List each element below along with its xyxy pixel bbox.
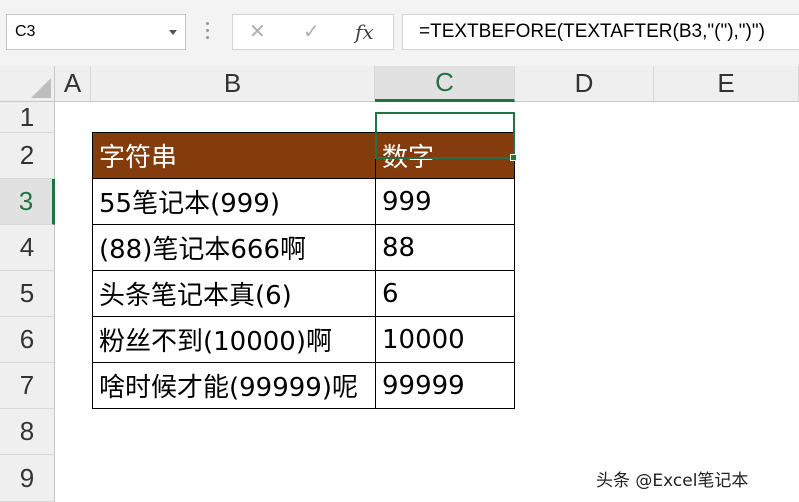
row-header-9[interactable]: 9 — [0, 455, 55, 502]
table-cell-c5[interactable]: 6 — [376, 271, 515, 317]
enter-icon[interactable]: ✓ — [303, 19, 320, 43]
table-cell-b4[interactable]: (88)笔记本666啊 — [92, 225, 376, 271]
column-header-a[interactable]: A — [55, 66, 91, 102]
watermark: 头条 @Excel笔记本 — [596, 471, 749, 491]
name-box[interactable]: C3 — [6, 14, 186, 50]
name-box-value: C3 — [15, 23, 36, 40]
table-cell-b6[interactable]: 粉丝不到(10000)啊 — [92, 317, 376, 363]
select-all-button[interactable] — [0, 66, 55, 102]
row-header-7[interactable]: 7 — [0, 363, 55, 409]
table-cell-b7[interactable]: 啥时候才能(99999)呢 — [92, 363, 376, 409]
table-cell-c7[interactable]: 99999 — [376, 363, 515, 409]
drag-handle-icon[interactable] — [206, 22, 210, 42]
chevron-down-icon[interactable] — [169, 30, 177, 35]
cancel-icon[interactable]: ✕ — [249, 19, 266, 43]
row-header-6[interactable]: 6 — [0, 317, 55, 363]
table-cell-b3[interactable]: 55笔记本(999) — [92, 179, 376, 225]
row-header-2[interactable]: 2 — [0, 133, 55, 179]
formula-text: =TEXTBEFORE(TEXTAFTER(B3,"("),")") — [419, 21, 765, 42]
table-cell-c3[interactable]: 999 — [376, 179, 515, 225]
column-header-d[interactable]: D — [515, 66, 654, 102]
table-cell-c4[interactable]: 88 — [376, 225, 515, 271]
formula-input[interactable]: =TEXTBEFORE(TEXTAFTER(B3,"("),")") — [402, 14, 799, 50]
column-header-e[interactable]: E — [654, 66, 799, 102]
row-header-3[interactable]: 3 — [0, 179, 55, 225]
formula-bar-area: C3 ✕ ✓ fx =TEXTBEFORE(TEXTAFTER(B3,"("),… — [0, 0, 799, 66]
formula-buttons: ✕ ✓ fx — [232, 14, 394, 50]
column-header-b[interactable]: B — [91, 66, 375, 102]
table-cell-b5[interactable]: 头条笔记本真(6) — [92, 271, 376, 317]
table-header-string[interactable]: 字符串 — [92, 132, 376, 179]
active-cell-border — [375, 112, 515, 159]
row-header-1[interactable]: 1 — [0, 102, 55, 133]
fill-handle[interactable] — [510, 154, 517, 161]
column-header-c[interactable]: C — [375, 66, 515, 102]
insert-function-icon[interactable]: fx — [355, 20, 374, 44]
row-header-8[interactable]: 8 — [0, 409, 55, 455]
table-cell-c6[interactable]: 10000 — [376, 317, 515, 363]
row-header-4[interactable]: 4 — [0, 225, 55, 271]
row-header-5[interactable]: 5 — [0, 271, 55, 317]
